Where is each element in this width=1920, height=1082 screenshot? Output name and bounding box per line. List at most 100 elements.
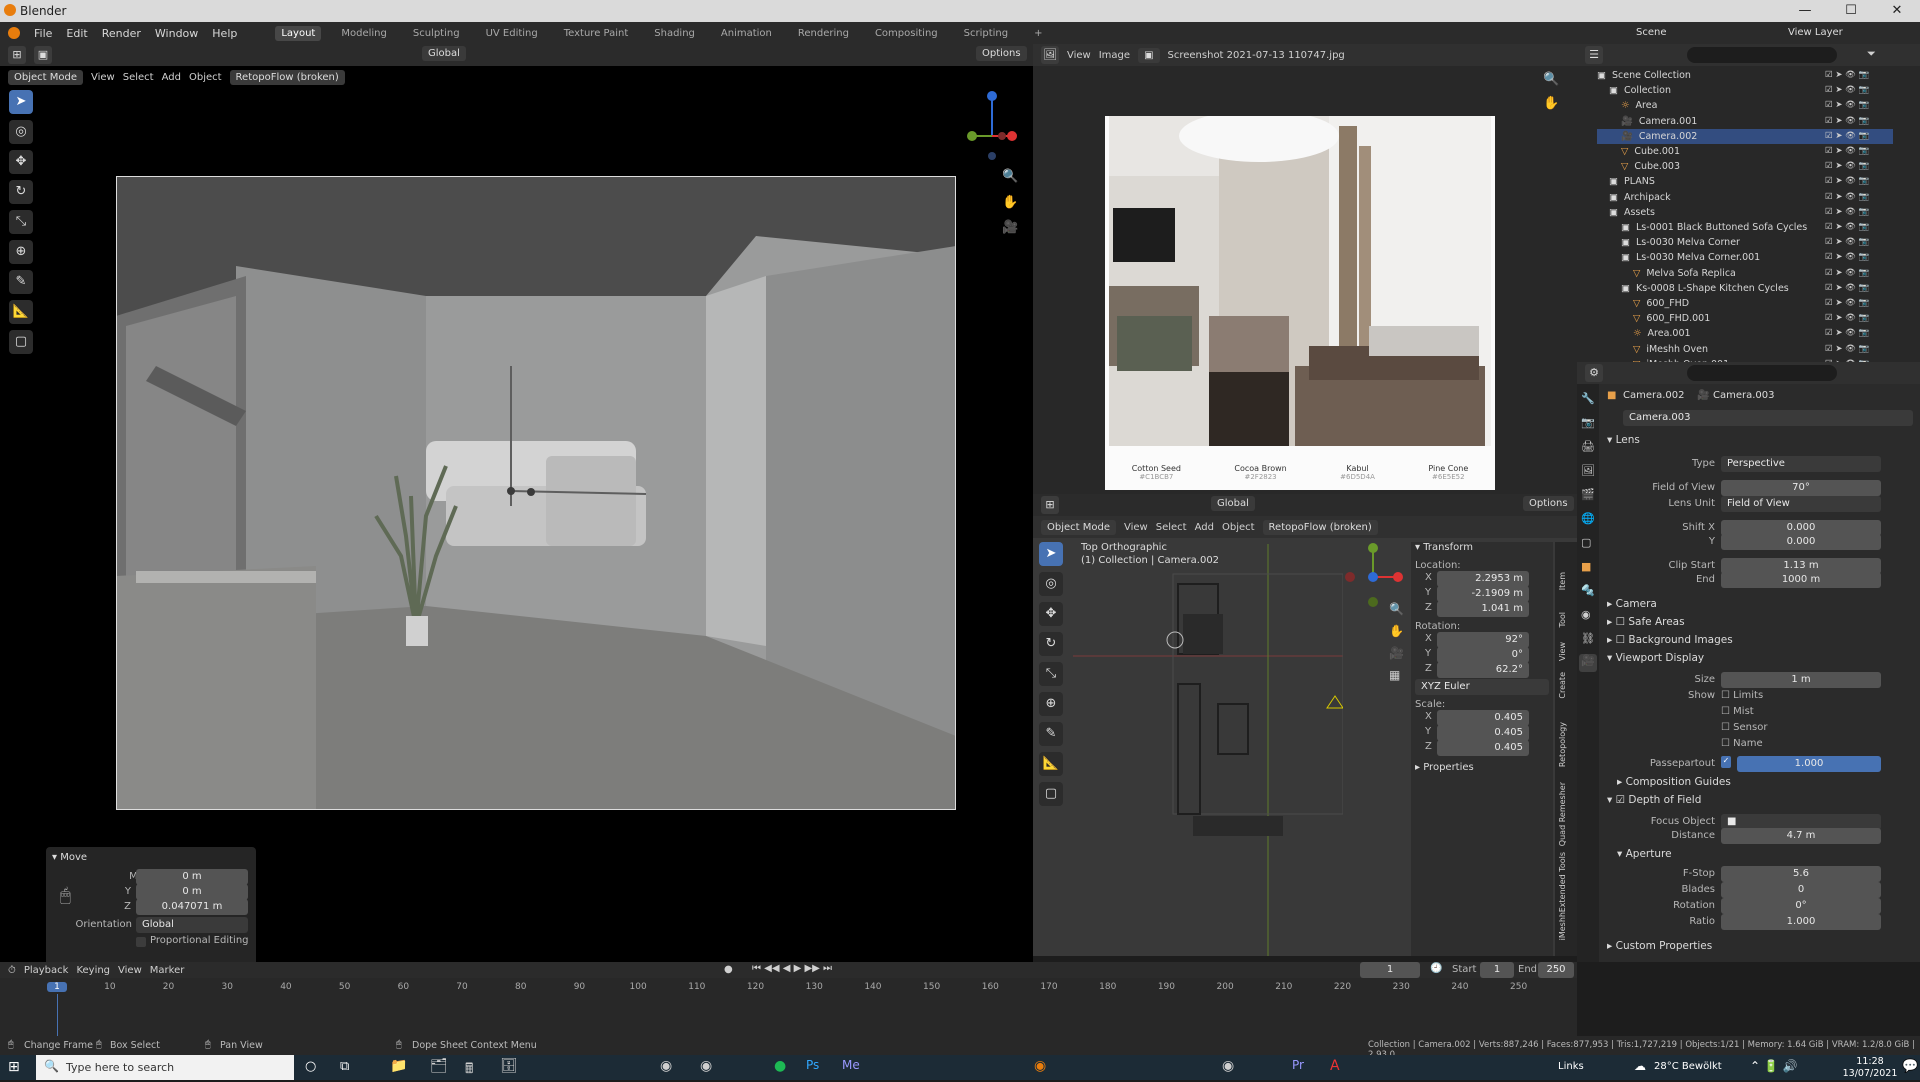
- shift-y-field[interactable]: 0.000: [1721, 534, 1881, 550]
- outliner-type-icon[interactable]: ☰: [1585, 46, 1603, 64]
- outliner-row[interactable]: ▣ Ls-0030 Melva Corner.001 ☑ ➤ 👁 📷: [1597, 250, 1893, 265]
- visibility-toggles-icon[interactable]: ☑ ➤ 👁 📷: [1825, 68, 1869, 83]
- transform-tool-icon[interactable]: ⊕: [9, 240, 33, 264]
- menu-object[interactable]: Object: [189, 72, 222, 83]
- show-name-checkbox[interactable]: ☐ Name: [1721, 738, 1763, 749]
- transform-title[interactable]: ▾ Transform: [1415, 542, 1473, 553]
- render-tab-icon[interactable]: 📷: [1581, 416, 1595, 429]
- pan-icon[interactable]: ✋: [1389, 624, 1404, 638]
- viewport-display-panel-header[interactable]: ▾ Viewport Display: [1607, 652, 1704, 664]
- current-frame-field[interactable]: 1: [1360, 962, 1420, 978]
- blender-taskbar-icon[interactable]: ◉: [1034, 1058, 1046, 1074]
- tab-item[interactable]: Item: [1558, 572, 1567, 590]
- app-icon-2[interactable]: 🗄: [500, 1058, 518, 1074]
- operator-title[interactable]: ▾ Move: [52, 852, 87, 863]
- media-encoder-icon[interactable]: Me: [842, 1058, 860, 1072]
- weather-text[interactable]: 28°C Bewölkt: [1654, 1061, 1722, 1072]
- transform-orientation-select[interactable]: Global: [422, 46, 466, 61]
- menu-file[interactable]: File: [34, 27, 52, 40]
- zoom-icon[interactable]: 🔍: [1389, 602, 1404, 616]
- tab-animation[interactable]: Animation: [715, 26, 778, 41]
- location-z-field[interactable]: 1.041 m: [1437, 601, 1529, 617]
- world-tab-icon[interactable]: 🌐: [1581, 512, 1595, 525]
- rotate-tool-icon[interactable]: ↻: [9, 180, 33, 204]
- scale-x-field[interactable]: 0.405: [1437, 710, 1529, 726]
- outliner-row[interactable]: ▣ Archipack ☑ ➤ 👁 📷: [1597, 190, 1893, 205]
- start-frame-field[interactable]: 1: [1480, 962, 1514, 978]
- outliner-row[interactable]: ▽ Melva Sofa Replica ☑ ➤ 👁 📷: [1597, 266, 1893, 281]
- rotate-tool-icon[interactable]: ↻: [1039, 632, 1063, 656]
- proportional-checkbox[interactable]: [136, 937, 146, 947]
- properties-subpanel[interactable]: ▸ Properties: [1415, 762, 1474, 773]
- aperture-ratio-field[interactable]: 1.000: [1721, 914, 1881, 930]
- outliner-row[interactable]: ▽ 600_FHD ☑ ➤ 👁 📷: [1597, 296, 1893, 311]
- outliner-row[interactable]: 🎥 Camera.001 ☑ ➤ 👁 📷: [1597, 114, 1893, 129]
- physics-tab-icon[interactable]: ◉: [1581, 608, 1591, 621]
- rotation-x-field[interactable]: 92°: [1437, 632, 1529, 648]
- clock-time[interactable]: 11:28: [1848, 1056, 1892, 1067]
- properties-search-input[interactable]: [1687, 365, 1837, 381]
- select-tool-icon[interactable]: ➤: [1039, 542, 1063, 566]
- constraints-tab-icon[interactable]: ⛓: [1581, 632, 1595, 645]
- options-button[interactable]: Options: [976, 46, 1027, 61]
- visibility-toggles-icon[interactable]: ☑ ➤ 👁 📷: [1825, 174, 1869, 189]
- outliner-row[interactable]: ▣ Ks-0008 L-Shape Kitchen Cycles ☑ ➤ 👁 📷: [1597, 281, 1893, 296]
- scale-tool-icon[interactable]: ⤡: [9, 210, 33, 234]
- outliner-row[interactable]: ▣ Scene Collection ☑ ➤ 👁 📷: [1597, 68, 1893, 83]
- windows-start-icon[interactable]: ⊞: [8, 1059, 20, 1075]
- show-sensor-checkbox[interactable]: ☐ Sensor: [1721, 722, 1767, 733]
- lens-panel-header[interactable]: ▾ Lens: [1607, 434, 1640, 446]
- visibility-toggles-icon[interactable]: ☑ ➤ 👁 📷: [1825, 250, 1869, 265]
- outliner-row[interactable]: 🎥 Camera.002 ☑ ➤ 👁 📷: [1597, 128, 1893, 144]
- tab-extended-tools[interactable]: Extended Tools: [1558, 852, 1567, 912]
- visibility-toggles-icon[interactable]: ☑ ➤ 👁 📷: [1825, 144, 1869, 159]
- blades-field[interactable]: 0: [1721, 882, 1881, 898]
- outliner-row[interactable]: ☼ Area ☑ ➤ 👁 📷: [1597, 98, 1893, 113]
- chrome-icon-2[interactable]: ◉: [700, 1058, 712, 1074]
- menu-help[interactable]: Help: [212, 27, 237, 40]
- app-icon-1[interactable]: 🗂: [430, 1058, 448, 1074]
- spotify-icon[interactable]: ●: [774, 1058, 786, 1074]
- field-of-view-field[interactable]: 70°: [1721, 480, 1881, 496]
- breadcrumb-data[interactable]: Camera.003: [1713, 390, 1775, 401]
- passepartout-slider[interactable]: 1.000: [1737, 756, 1881, 772]
- mode-select[interactable]: Object Mode: [8, 69, 83, 85]
- options-button[interactable]: Options: [1523, 496, 1574, 511]
- depth-of-field-panel-header[interactable]: ▾ ☑ Depth of Field: [1607, 794, 1701, 806]
- tool-tab-icon[interactable]: 🔧: [1581, 392, 1595, 405]
- notification-icon[interactable]: 💬: [1902, 1059, 1918, 1074]
- properties-type-icon[interactable]: ⚙: [1585, 364, 1603, 382]
- image-filename[interactable]: Screenshot 2021-07-13 110747.jpg: [1168, 50, 1345, 61]
- move-y-field[interactable]: 0 m: [136, 884, 248, 900]
- visibility-toggles-icon[interactable]: ☑ ➤ 👁 📷: [1825, 311, 1869, 326]
- visibility-toggles-icon[interactable]: ☑ ➤ 👁 📷: [1825, 220, 1869, 235]
- editor-type-icon[interactable]: ⊞: [8, 46, 26, 64]
- chrome-icon-3[interactable]: ◉: [1222, 1058, 1234, 1074]
- move-tool-icon[interactable]: ✥: [1039, 602, 1063, 626]
- aperture-panel-header[interactable]: ▾ Aperture: [1617, 848, 1672, 860]
- playback-controls[interactable]: ⏮ ◀◀ ◀ ▶ ▶▶ ⏭: [752, 963, 832, 974]
- tab-compositing[interactable]: Compositing: [869, 26, 944, 41]
- menu-view[interactable]: View: [1067, 50, 1091, 61]
- visibility-toggles-icon[interactable]: ☑ ➤ 👁 📷: [1825, 205, 1869, 220]
- menu-select[interactable]: Select: [123, 72, 154, 83]
- pan-icon[interactable]: ✋: [1543, 96, 1559, 111]
- task-view-icon[interactable]: ⧉: [340, 1059, 349, 1074]
- file-explorer-icon[interactable]: 📁: [390, 1058, 407, 1074]
- menu-view[interactable]: View: [118, 965, 142, 976]
- fstop-field[interactable]: 5.6: [1721, 866, 1881, 882]
- add-cube-tool-icon[interactable]: ▢: [9, 330, 33, 354]
- editor-type-icon[interactable]: ⊞: [1041, 496, 1059, 514]
- clip-end-field[interactable]: 1000 m: [1721, 572, 1881, 588]
- modifier-tab-icon[interactable]: 🔩: [1581, 584, 1595, 597]
- add-cube-tool-icon[interactable]: ▢: [1039, 782, 1063, 806]
- tab-rendering[interactable]: Rendering: [792, 26, 855, 41]
- tab-shading[interactable]: Shading: [648, 26, 701, 41]
- visibility-toggles-icon[interactable]: ☑ ➤ 👁 📷: [1825, 266, 1869, 281]
- outliner-row[interactable]: ▽ iMeshh Oven ☑ ➤ 👁 📷: [1597, 342, 1893, 357]
- annotate-tool-icon[interactable]: ✎: [1039, 722, 1063, 746]
- zoom-icon[interactable]: 🔍: [1543, 72, 1559, 87]
- links-toolbar[interactable]: Links: [1558, 1061, 1584, 1072]
- view-layer-selector[interactable]: View Layer: [1788, 27, 1843, 38]
- timeline-type-icon[interactable]: ⏱: [8, 965, 16, 976]
